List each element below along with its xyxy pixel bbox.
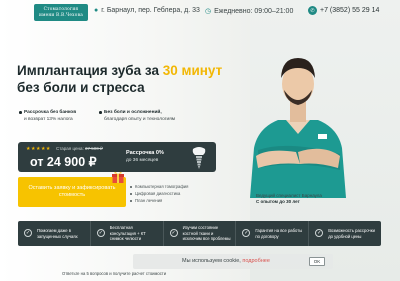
benefit-item: ✓ Изучим состояние костной ткани и исклю…: [162, 221, 236, 246]
benefit-text: Возможность рассрочки до удобной цены: [328, 228, 375, 239]
rating-stars: ★★★★★: [26, 146, 51, 152]
benefit-text: Гарантия на все работы по договору: [255, 228, 303, 239]
doctor-photo: [250, 58, 346, 198]
check-icon: ✓: [24, 229, 32, 237]
phone-icon: ✆: [308, 6, 317, 15]
new-price: от 24 900 ₽: [30, 155, 97, 169]
installment-title: Рассрочка 0%: [126, 150, 164, 156]
address-text: г. Барнаул, пер. Геблера, д. 33: [101, 7, 200, 14]
title-part-1: Имплантация зуба за: [17, 63, 163, 78]
clock-icon: ◷: [205, 8, 212, 15]
dental-implant-icon: [192, 147, 206, 169]
benefit-text: Помогаем даже в запущенных случаях: [37, 228, 78, 239]
cookie-ok-button[interactable]: OK: [309, 257, 325, 266]
doctor-caption: Ведущий специалист Барнаула С опытом до …: [256, 193, 322, 205]
working-hours: ◷ Ежедневно: 09:00–21:00: [205, 7, 294, 16]
logo-line-1: Стоматология: [43, 7, 79, 12]
feature-item: Цифровая диагностика: [130, 190, 188, 197]
clinic-logo[interactable]: Стоматология имени В.В.Чехова: [34, 4, 88, 21]
benefit-item: ✓ Гарантия на все работы по договору: [235, 221, 308, 246]
bullet-dot: [99, 111, 102, 114]
bullet-installment: Рассрочка без банков и возврат 13% налог…: [19, 110, 104, 123]
benefit-item: ✓ Бесплатная консультация + КТ снимок че…: [89, 221, 163, 246]
benefit-text: Бесплатная консультация + КТ снимок челю…: [109, 225, 146, 242]
cta-fix-price-button[interactable]: Оставить заявку и зафиксировать стоимост…: [18, 177, 126, 207]
check-icon: ✓: [242, 229, 251, 237]
included-features: Компьютерная томография Цифровая диагнос…: [130, 183, 188, 204]
benefit-item: ✓ Помогаем даже в запущенных случаях: [18, 221, 90, 246]
bullet-dot: [19, 111, 22, 114]
bullet-text: и возврат 13% налога: [24, 116, 73, 122]
doctor-experience: С опытом до 30 лет: [256, 199, 300, 204]
check-icon: ✓: [96, 229, 105, 237]
cookie-more-link[interactable]: подробнее: [242, 258, 270, 264]
old-price-label: Старая цена:: [56, 146, 84, 151]
hero-title: Имплантация зуба за 30 минут без боли и …: [17, 62, 237, 96]
benefit-item: ✓ Возможность рассрочки до удобной цены: [308, 221, 381, 246]
old-price: Старая цена: 37 500 ₽: [56, 146, 103, 152]
benefits-strip: ✓ Помогаем даже в запущенных случаях ✓ Б…: [18, 221, 381, 246]
benefit-text: Изучим состояние костной ткани и исключи…: [182, 225, 231, 242]
bullet-text: благодаря опыту и технологиям: [104, 116, 176, 122]
bullet-painless: Без боли и осложнений, благодаря опыту и…: [99, 110, 204, 123]
check-icon: ✓: [315, 229, 324, 237]
old-price-value: 37 500 ₽: [85, 146, 103, 151]
title-part-2: без боли и стресса: [17, 80, 145, 95]
cookie-message: Мы используем cookie,: [182, 258, 243, 264]
location-pin-icon: ●: [94, 7, 99, 14]
feature-item: План лечения: [130, 197, 188, 204]
phone-link[interactable]: +7 (3852) 55 29 14: [320, 7, 379, 14]
logo-line-2: имени В.В.Чехова: [39, 13, 83, 18]
address: ● г. Барнаул, пер. Геблера, д. 33: [94, 7, 200, 14]
check-icon: ✓: [169, 229, 178, 237]
installment-term: до 36 месяцев: [126, 158, 159, 163]
price-card: ★★★★★ Старая цена: 37 500 ₽ от 24 900 ₽ …: [18, 142, 216, 172]
quiz-invite-text: Ответьте на 5 вопросов и получите расчет…: [62, 271, 167, 276]
header: Стоматология имени В.В.Чехова ● г. Барна…: [0, 0, 400, 24]
title-highlight: 30 минут: [162, 63, 223, 78]
feature-item: Компьютерная томография: [130, 183, 188, 190]
cookie-text: Мы используем cookie, подробнее: [182, 258, 270, 264]
cookie-banner: Мы используем cookie, подробнее OK: [133, 254, 333, 269]
gift-icon: [112, 171, 124, 183]
hours-text: Ежедневно: 09:00–21:00: [214, 7, 294, 15]
